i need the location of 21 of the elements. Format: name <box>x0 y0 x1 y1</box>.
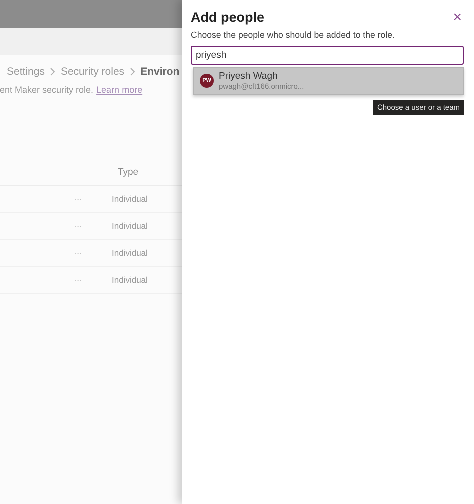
table-cell: Individual <box>112 221 148 231</box>
chevron-icon <box>130 68 136 76</box>
breadcrumb-item[interactable]: Environ <box>140 66 180 78</box>
table-cell: Individual <box>112 194 148 204</box>
panel-title: Add people <box>191 10 264 25</box>
panel-subtitle: Choose the people who should be added to the role. <box>191 30 396 40</box>
more-options-button[interactable]: ··· <box>74 221 112 231</box>
learn-more-link[interactable]: Learn more <box>96 85 143 95</box>
breadcrumb-item[interactable]: Settings <box>7 66 45 78</box>
table-cell: Individual <box>112 248 148 258</box>
close-button[interactable]: × <box>451 9 464 26</box>
table-cell: Individual <box>112 275 148 285</box>
chevron-icon <box>50 68 56 76</box>
column-header[interactable]: Type <box>118 167 139 178</box>
more-options-button[interactable]: ··· <box>74 248 112 258</box>
search-field[interactable]: priyesh <box>191 46 464 65</box>
more-options-button[interactable]: ··· <box>74 275 112 285</box>
more-options-button[interactable]: ··· <box>74 194 112 204</box>
description-text: ent Maker security role. <box>0 85 94 95</box>
person-name: Priyesh Wagh <box>219 71 279 82</box>
breadcrumb-item[interactable]: Security roles <box>60 66 125 78</box>
